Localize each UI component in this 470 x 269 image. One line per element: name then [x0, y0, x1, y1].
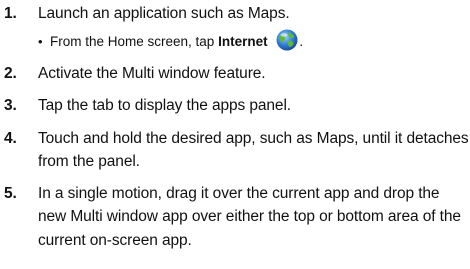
instruction-steps: 1. Launch an application such as Maps. •… — [0, 0, 470, 269]
substep-open-internet: • From the Home screen, tap Internet . — [0, 28, 470, 52]
internet-app-name: Internet — [218, 33, 268, 49]
step-number: 2. — [4, 64, 17, 82]
step-number: 3. — [4, 97, 17, 114]
step-text: Touch and hold the desired app, such as … — [38, 129, 469, 171]
step-text: Launch an application such as Maps. — [38, 5, 290, 22]
step-1: 1. Launch an application such as Maps. — [0, 2, 470, 26]
step-text: In a single motion, drag it over the cur… — [38, 184, 461, 249]
step-number: 5. — [4, 184, 17, 202]
step-text: Activate the Multi window feature. — [38, 64, 266, 82]
step-number: 1. — [4, 5, 17, 22]
step-number: 4. — [4, 129, 17, 147]
step-4: 4. Touch and hold the desired app, such … — [0, 127, 470, 174]
substep-suffix: . — [299, 33, 304, 49]
step-text: Tap the tab to display the apps panel. — [38, 97, 291, 114]
step-5: 5. In a single motion, drag it over the … — [0, 182, 470, 253]
step-2: 2. Activate the Multi window feature. — [0, 62, 470, 86]
bullet: • — [38, 33, 43, 49]
step-3: 3. Tap the tab to display the apps panel… — [0, 94, 470, 118]
internet-globe-icon — [275, 28, 299, 52]
substep-prefix: From the Home screen, tap — [50, 33, 215, 49]
